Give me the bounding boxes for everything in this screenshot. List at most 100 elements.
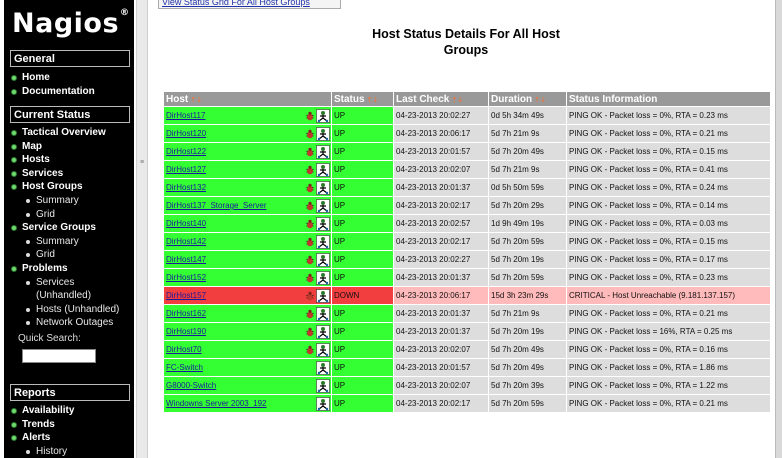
duration-cell: 5d 7h 20m 49s — [489, 341, 566, 358]
bug-icon[interactable] — [305, 273, 315, 283]
bug-icon[interactable] — [305, 237, 315, 247]
bug-icon[interactable] — [305, 183, 315, 193]
host-link-dirhost120[interactable]: DirHost120 — [166, 129, 206, 138]
nav-item-problems[interactable]: Problems — [10, 262, 119, 276]
nav-subitem-problems-hosts-unhandled[interactable]: Hosts (Unhandled) — [10, 303, 119, 317]
quick-search-input[interactable] — [22, 349, 96, 363]
sidebar-scrollbar[interactable]: ≡ — [136, 0, 148, 458]
host-cell: FC-Switch — [164, 359, 331, 376]
host-link-dirhost152[interactable]: DirHost152 — [166, 273, 206, 282]
nav-item-service-groups[interactable]: Service Groups — [10, 221, 119, 235]
network-host-icon[interactable] — [316, 396, 330, 411]
sort-arrows-icon[interactable]: ⇡⇣ — [190, 97, 202, 104]
nav-subitem-problems-unhandled[interactable]: (Unhandled) — [10, 289, 119, 303]
last-check-cell: 04-23-2013 20:01:37 — [394, 179, 488, 196]
column-header-label: Host — [166, 93, 189, 105]
host-link-fc-switch[interactable]: FC-Switch — [166, 363, 203, 372]
host-link-dirhost190[interactable]: DirHost190 — [166, 327, 206, 336]
host-cell: DirHost162 — [164, 305, 331, 322]
nav-subitem-service-groups-summary[interactable]: Summary — [10, 235, 119, 249]
bug-icon[interactable] — [305, 327, 315, 337]
host-link-dirhost157[interactable]: DirHost157 — [166, 291, 206, 300]
host-link-dirhost127[interactable]: DirHost127 — [166, 165, 206, 174]
column-header-status[interactable]: Status ⇡⇣ — [332, 92, 393, 106]
host-link-dirhost117[interactable]: DirHost117 — [166, 111, 205, 120]
network-host-icon[interactable] — [316, 270, 330, 285]
status-cell: UP — [332, 179, 393, 196]
host-cell: DirHost147 — [164, 251, 331, 268]
host-link-dirhost147[interactable]: DirHost147 — [166, 255, 206, 264]
nav-item-documentation[interactable]: Documentation — [10, 85, 95, 99]
host-link-dirhost137-storage-server[interactable]: DirHost137_Storage_Server — [166, 201, 267, 210]
bug-icon[interactable] — [305, 201, 315, 211]
host-link-dirhost70[interactable]: DirHost70 — [166, 345, 202, 354]
network-host-icon[interactable] — [316, 306, 330, 321]
network-host-icon[interactable] — [316, 288, 330, 303]
nav-subitem-problems-network-outages[interactable]: Network Outages — [10, 316, 119, 330]
nav-item-hosts[interactable]: Hosts — [10, 153, 119, 167]
nav-item-map[interactable]: Map — [10, 140, 119, 154]
host-link-dirhost132[interactable]: DirHost132 — [166, 183, 206, 192]
host-link-dirhost140[interactable]: DirHost140 — [166, 219, 206, 228]
nav-item-tactical-overview[interactable]: Tactical Overview — [10, 126, 119, 140]
host-icons — [305, 288, 330, 303]
duration-cell: 5d 7h 21m 9s — [489, 161, 566, 178]
host-icons — [305, 252, 330, 267]
host-cell: DirHost127 — [164, 161, 331, 178]
nav-subitem-history[interactable]: History — [10, 445, 74, 458]
nav-item-home[interactable]: Home — [10, 71, 95, 85]
network-host-icon[interactable] — [316, 378, 330, 393]
host-icons — [316, 378, 330, 393]
column-header-duration[interactable]: Duration ⇡⇣ — [489, 92, 566, 106]
status-info-cell: PING OK - Packet loss = 0%, RTA = 0.24 m… — [567, 179, 770, 196]
bug-icon[interactable] — [305, 309, 315, 319]
network-host-icon[interactable] — [316, 126, 330, 141]
network-host-icon[interactable] — [316, 234, 330, 249]
nav-item-host-groups[interactable]: Host Groups — [10, 180, 119, 194]
host-link-g8000-switch[interactable]: G8000-Switch — [166, 381, 216, 390]
network-host-icon[interactable] — [316, 360, 330, 375]
network-host-icon[interactable] — [316, 324, 330, 339]
network-host-icon[interactable] — [316, 108, 330, 123]
network-host-icon[interactable] — [316, 342, 330, 357]
sort-arrows-icon[interactable]: ⇡⇣ — [534, 97, 546, 104]
nav-subitem-host-groups-summary[interactable]: Summary — [10, 194, 119, 208]
bug-icon[interactable] — [305, 165, 315, 175]
bug-icon[interactable] — [305, 147, 315, 157]
column-header-last-check[interactable]: Last Check ⇡⇣ — [394, 92, 488, 106]
bug-icon[interactable] — [305, 291, 315, 301]
network-host-icon[interactable] — [316, 198, 330, 213]
sort-arrows-icon[interactable]: ⇡⇣ — [367, 97, 379, 104]
nav-item-services[interactable]: Services — [10, 167, 119, 181]
bug-icon[interactable] — [305, 129, 315, 139]
nav-subitem-problems-services[interactable]: Services — [10, 276, 119, 290]
network-host-icon[interactable] — [316, 162, 330, 177]
table-row: DirHost147 UP 04-23-2013 20:02:27 5d 7h 20m… — [164, 251, 770, 268]
column-header-status-information[interactable]: Status Information — [567, 92, 770, 106]
nagios-logo[interactable]: Nagios® — [12, 8, 130, 39]
scrollbar-grip-icon[interactable]: ≡ — [139, 159, 145, 169]
host-link-dirhost142[interactable]: DirHost142 — [166, 237, 206, 246]
bug-icon[interactable] — [305, 255, 315, 265]
network-host-icon[interactable] — [316, 252, 330, 267]
nav-item-trends[interactable]: Trends — [10, 418, 74, 432]
column-header-host[interactable]: Host ⇡⇣ — [164, 92, 331, 106]
sort-arrows-icon[interactable]: ⇡⇣ — [451, 97, 463, 104]
view-status-grid-link[interactable]: View Status Grid For All Host Groups — [158, 0, 341, 9]
bug-icon[interactable] — [305, 111, 315, 121]
status-info-cell: PING OK - Packet loss = 16%, RTA = 0.25 … — [567, 323, 770, 340]
nav-subitem-service-groups-grid[interactable]: Grid — [10, 248, 119, 262]
last-check-cell: 04-23-2013 20:01:37 — [394, 305, 488, 322]
network-host-icon[interactable] — [316, 144, 330, 159]
host-link-dirhost122[interactable]: DirHost122 — [166, 147, 206, 156]
network-host-icon[interactable] — [316, 216, 330, 231]
nav-item-availability[interactable]: Availability — [10, 404, 74, 418]
nav-subitem-host-groups-grid[interactable]: Grid — [10, 208, 119, 222]
host-link-dirhost162[interactable]: DirHost162 — [166, 309, 206, 318]
bug-icon[interactable] — [305, 219, 315, 229]
host-link-windowns-server-2003-192[interactable]: Windowns Server 2003_192 — [166, 399, 267, 408]
nav-item-alerts[interactable]: Alerts — [10, 431, 74, 445]
bug-icon[interactable] — [305, 345, 315, 355]
host-cell: DirHost190 — [164, 323, 331, 340]
network-host-icon[interactable] — [316, 180, 330, 195]
